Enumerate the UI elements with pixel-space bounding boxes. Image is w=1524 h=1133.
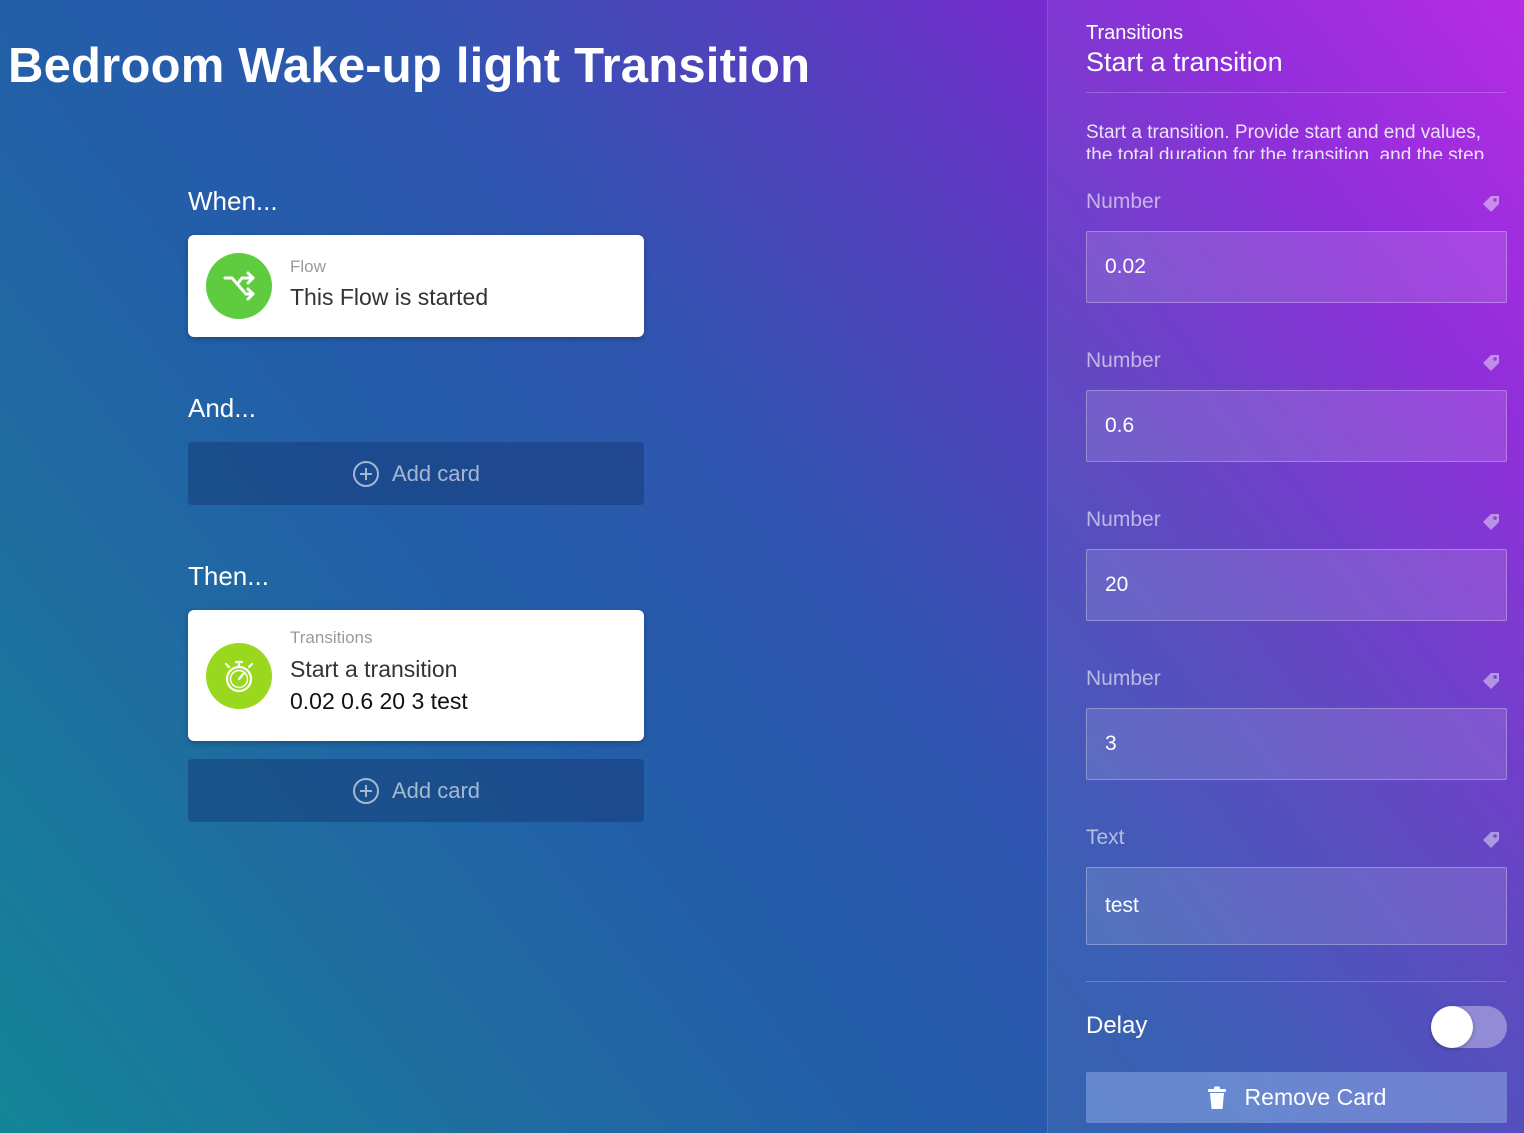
add-card-label: Add card bbox=[391, 460, 481, 486]
number-input-2[interactable]: 0.6 bbox=[1086, 390, 1507, 462]
add-card-label: Add card bbox=[391, 777, 481, 803]
card-arguments: 0.02 0.6 20 3 test bbox=[290, 688, 468, 714]
divider bbox=[1086, 92, 1506, 93]
delay-toggle[interactable] bbox=[1431, 1006, 1507, 1048]
field-label: Text bbox=[1086, 826, 1125, 849]
tag-icon[interactable] bbox=[1480, 352, 1502, 374]
stopwatch-icon bbox=[206, 643, 272, 709]
panel-owner: Transitions bbox=[1086, 22, 1184, 44]
flow-editor: Bedroom Wake-up light Transition When...… bbox=[0, 0, 1047, 1133]
trash-icon bbox=[1207, 1086, 1226, 1109]
plus-circle-icon bbox=[352, 460, 379, 487]
add-action-card-button[interactable]: Add card bbox=[188, 759, 644, 822]
field-label: Number bbox=[1086, 667, 1161, 690]
and-section-label: And... bbox=[188, 393, 256, 423]
trigger-card[interactable]: Flow This Flow is started bbox=[188, 235, 644, 337]
text-input[interactable]: test bbox=[1086, 867, 1507, 945]
page-title: Bedroom Wake-up light Transition bbox=[8, 39, 811, 93]
when-section-label: When... bbox=[188, 186, 278, 216]
card-title: Start a transition bbox=[290, 656, 458, 682]
panel-description: Start a transition. Provide start and en… bbox=[1086, 122, 1485, 159]
tag-icon[interactable] bbox=[1480, 670, 1502, 692]
action-card[interactable]: Transitions Start a transition 0.02 0.6 … bbox=[188, 610, 644, 741]
remove-card-button[interactable]: Remove Card bbox=[1086, 1072, 1507, 1123]
card-owner: Flow bbox=[290, 257, 326, 276]
then-section-label: Then... bbox=[188, 561, 269, 591]
field-label: Number bbox=[1086, 349, 1161, 372]
delay-label: Delay bbox=[1086, 1012, 1148, 1039]
field-label: Number bbox=[1086, 508, 1161, 531]
card-editor-panel: Transitions Start a transition Start a t… bbox=[1047, 0, 1524, 1133]
shuffle-icon bbox=[206, 253, 272, 319]
divider bbox=[1086, 981, 1506, 982]
card-owner: Transitions bbox=[290, 628, 373, 647]
toggle-knob bbox=[1431, 1006, 1473, 1048]
remove-card-label: Remove Card bbox=[1244, 1084, 1387, 1110]
number-input-4[interactable]: 3 bbox=[1086, 708, 1507, 780]
plus-circle-icon bbox=[352, 777, 379, 804]
tag-icon[interactable] bbox=[1480, 511, 1502, 533]
panel-title: Start a transition bbox=[1086, 47, 1283, 77]
number-input-1[interactable]: 0.02 bbox=[1086, 231, 1507, 303]
card-title: This Flow is started bbox=[290, 284, 489, 310]
number-input-3[interactable]: 20 bbox=[1086, 549, 1507, 621]
tag-icon[interactable] bbox=[1480, 193, 1502, 215]
add-condition-card-button[interactable]: Add card bbox=[188, 442, 644, 505]
tag-icon[interactable] bbox=[1480, 829, 1502, 851]
field-label: Number bbox=[1086, 190, 1161, 213]
